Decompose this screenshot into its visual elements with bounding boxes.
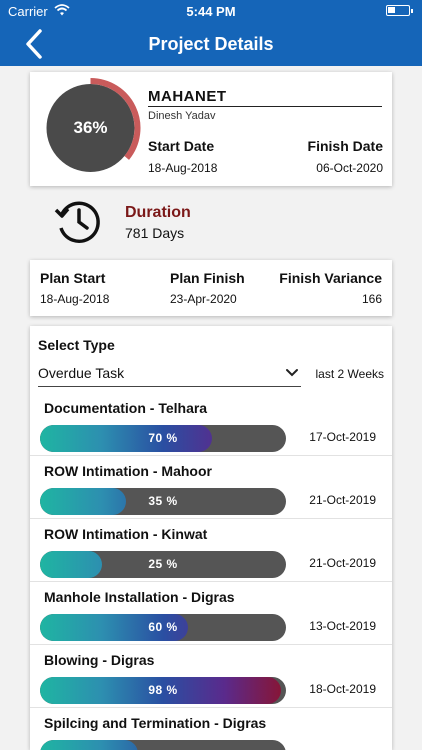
- start-date-value: 18-Aug-2018: [148, 161, 218, 175]
- finish-date-value: 06-Oct-2020: [316, 161, 383, 175]
- task-row[interactable]: ROW Intimation - Kinwat 25 % 21-Oct-2019: [30, 519, 392, 582]
- plan-finish-label: Plan Finish: [170, 270, 245, 286]
- task-progress-bar: 98 %: [40, 677, 286, 704]
- project-summary-card[interactable]: 36% MAHANET Dinesh Yadav Start Date 18-A…: [30, 72, 392, 186]
- task-row[interactable]: Manhole Installation - Digras 60 % 13-Oct-…: [30, 582, 392, 645]
- start-date-label: Start Date: [148, 138, 215, 154]
- task-title: Manhole Installation - Digras: [44, 589, 235, 605]
- plan-finish-value: 23-Apr-2020: [170, 292, 237, 306]
- task-row[interactable]: Documentation - Telhara 70 % 17-Oct-2019: [30, 393, 392, 456]
- divider: [148, 106, 382, 107]
- duration-value: 781 Days: [125, 225, 185, 241]
- project-name: MAHANET: [148, 88, 227, 105]
- task-progress-bar: 70 %: [40, 425, 286, 452]
- plan-start-label: Plan Start: [40, 270, 106, 286]
- tasks-card: Select Type Overdue Task last 2 Weeks Do…: [30, 326, 392, 750]
- task-title: ROW Intimation - Kinwat: [44, 526, 208, 542]
- task-title: Documentation - Telhara: [44, 400, 208, 416]
- task-progress-percent: 25 %: [148, 557, 178, 571]
- task-progress-bar: 35 %: [40, 488, 286, 515]
- task-title: Blowing - Digras: [44, 652, 155, 668]
- page-title: Project Details: [148, 34, 274, 54]
- progress-percent: 36%: [73, 118, 108, 137]
- task-row[interactable]: ROW Intimation - Mahoor 35 % 21-Oct-2019: [30, 456, 392, 519]
- status-time: 5:44 PM: [186, 4, 236, 19]
- task-title: Spilcing and Termination - Digras: [44, 715, 267, 731]
- chevron-down-icon: [286, 369, 298, 377]
- task-due-date: 21-Oct-2019: [309, 493, 376, 507]
- duration-section: Duration 781 Days: [52, 196, 312, 248]
- task-progress-percent: 70 %: [148, 431, 178, 445]
- task-due-date: 18-Oct-2019: [309, 682, 376, 696]
- period-label: last 2 Weeks: [315, 367, 384, 381]
- task-due-date: 13-Oct-2019: [309, 619, 376, 633]
- battery-icon: [386, 5, 413, 16]
- plan-card: Plan Start 18-Aug-2018 Plan Finish 23-Ap…: [30, 260, 392, 316]
- task-progress-percent: 98 %: [148, 683, 178, 697]
- plan-start-value: 18-Aug-2018: [40, 292, 110, 306]
- finish-variance-value: 166: [361, 292, 382, 306]
- status-bar: Carrier 5:44 PM: [0, 0, 422, 22]
- task-due-date: 17-Oct-2019: [309, 430, 376, 444]
- finish-date-label: Finish Date: [307, 138, 383, 154]
- history-clock-icon: [54, 201, 100, 243]
- task-progress-bar: 60 %: [40, 614, 286, 641]
- task-progress-percent: 35 %: [148, 494, 178, 508]
- task-type-value: Overdue Task: [38, 365, 125, 381]
- task-progress-bar: 25 %: [40, 551, 286, 578]
- task-due-date: 21-Oct-2019: [309, 556, 376, 570]
- task-progress-percent: 60 %: [148, 620, 178, 634]
- task-row[interactable]: Spilcing and Termination - Digras: [30, 708, 392, 750]
- task-progress-fill: [40, 740, 139, 750]
- select-type-label: Select Type: [38, 337, 115, 353]
- project-owner: Dinesh Yadav: [148, 110, 216, 122]
- nav-bar: Project Details: [0, 22, 422, 66]
- task-progress-bar: [40, 740, 286, 750]
- task-row[interactable]: Blowing - Digras 98 % 18-Oct-2019: [30, 645, 392, 708]
- task-title: ROW Intimation - Mahoor: [44, 463, 212, 479]
- finish-variance-label: Finish Variance: [279, 270, 382, 286]
- task-type-dropdown[interactable]: Overdue Task: [38, 362, 301, 387]
- duration-label: Duration: [125, 204, 191, 221]
